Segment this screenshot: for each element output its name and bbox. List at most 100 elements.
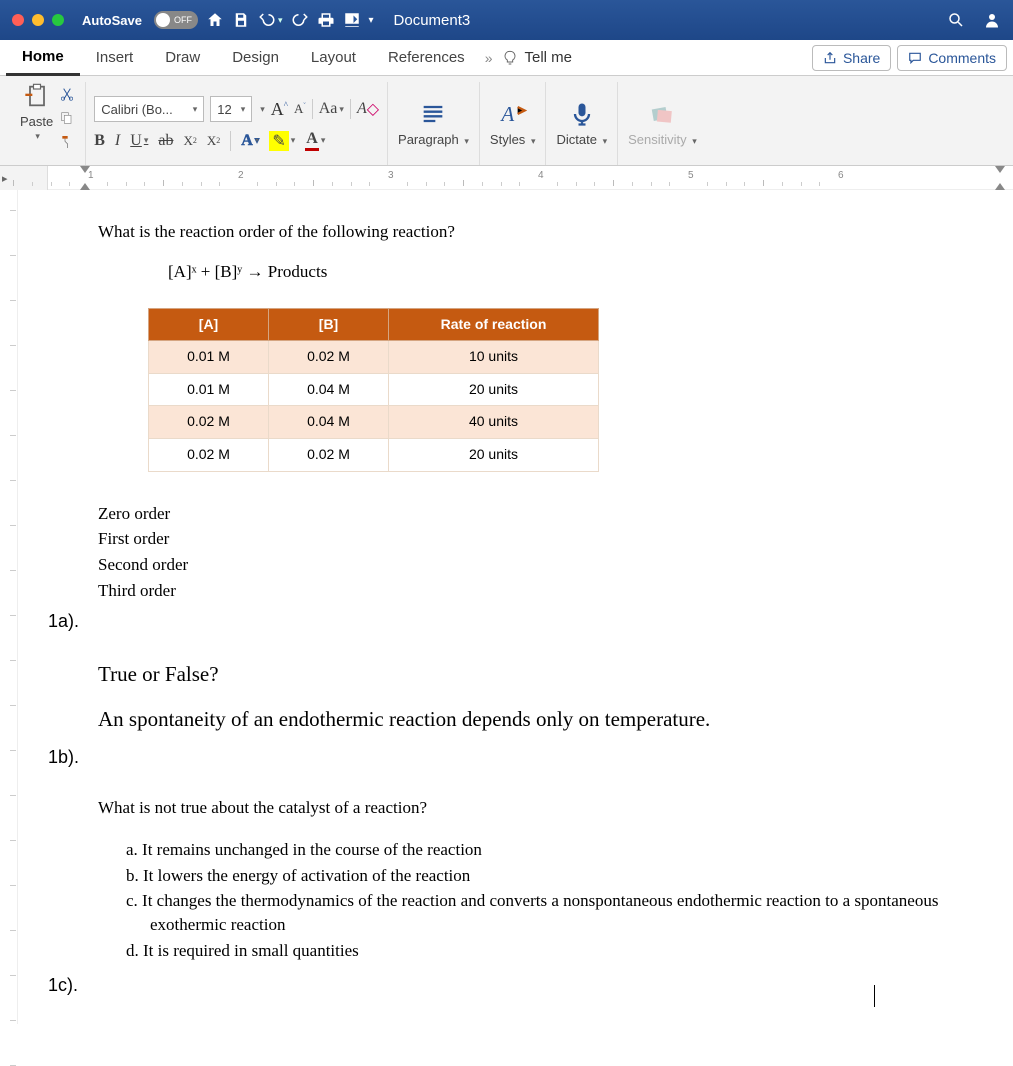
print-icon[interactable] (317, 11, 335, 29)
copy-icon[interactable] (59, 110, 75, 126)
tab-draw[interactable]: Draw (149, 40, 216, 76)
dictate-button[interactable]: Dictate ▾ (556, 100, 607, 147)
tab-references[interactable]: References (372, 40, 481, 76)
clipboard-group: Paste ▾ (10, 82, 86, 165)
save-icon[interactable] (232, 11, 250, 29)
horizontal-ruler[interactable]: ▸ 123456 (0, 166, 1013, 190)
paste-button[interactable]: Paste (20, 82, 53, 129)
option-zero: Zero order (98, 502, 973, 526)
account-icon[interactable] (983, 11, 1001, 29)
paste-dropdown[interactable]: ▾ (35, 131, 40, 142)
table-cell: 20 units (389, 373, 599, 406)
font-size-dropdown[interactable]: ▾ (260, 104, 265, 115)
autosave-state: OFF (174, 15, 192, 25)
tabs-overflow[interactable]: » (485, 50, 493, 66)
label-1c: 1c). (48, 973, 973, 998)
table-cell: 40 units (389, 406, 599, 439)
comments-button[interactable]: Comments (897, 45, 1007, 71)
superscript-button[interactable]: X2 (207, 133, 220, 149)
styles-button[interactable]: A Styles ▾ (490, 100, 536, 147)
title-bar: AutoSave OFF ▾ ▾ Document3 (0, 0, 1013, 40)
true-false-statement: An spontaneity of an endothermic reactio… (98, 705, 973, 734)
redo-icon[interactable] (291, 11, 309, 29)
tab-layout[interactable]: Layout (295, 40, 372, 76)
svg-text:A: A (499, 102, 514, 126)
undo-icon[interactable]: ▾ (258, 11, 283, 29)
highlight-button[interactable]: ✎▾ (269, 131, 295, 151)
question-3-options: a. It remains unchanged in the course of… (126, 838, 973, 963)
document-area: What is the reaction order of the follow… (0, 190, 1013, 1024)
home-icon[interactable] (206, 11, 224, 29)
document-page[interactable]: What is the reaction order of the follow… (18, 190, 1013, 1024)
search-icon[interactable] (947, 11, 965, 29)
shrink-font-button[interactable]: Aˇ (294, 101, 306, 117)
mc-option: d. It is required in small quantities (126, 939, 973, 963)
label-1a: 1a). (48, 609, 973, 634)
table-cell: 0.01 M (149, 341, 269, 374)
table-cell: 0.02 M (269, 341, 389, 374)
tab-selector-icon[interactable]: ▸ (2, 172, 8, 185)
grow-font-button[interactable]: A^ (271, 99, 288, 120)
touch-mode-icon[interactable] (343, 11, 361, 29)
close-window-icon[interactable] (12, 14, 24, 26)
mc-option: b. It lowers the energy of activation of… (126, 864, 973, 888)
table-header-a: [A] (149, 308, 269, 341)
table-row: 0.02 M0.04 M40 units (149, 406, 599, 439)
ruler-mark: 3 (388, 170, 394, 181)
clear-formatting-button[interactable]: A◇ (357, 99, 379, 119)
toggle-knob (156, 13, 170, 27)
tab-home[interactable]: Home (6, 40, 80, 76)
vertical-ruler[interactable] (0, 190, 18, 1024)
sensitivity-button[interactable]: Sensitivity ▾ (628, 100, 697, 147)
maximize-window-icon[interactable] (52, 14, 64, 26)
change-case-button[interactable]: Aa▾ (319, 100, 344, 118)
question-1-options: Zero order First order Second order Thir… (98, 502, 973, 603)
question-3-prompt: What is not true about the catalyst of a… (98, 796, 973, 820)
lightbulb-icon (502, 50, 518, 66)
autosave-toggle[interactable]: OFF (154, 11, 198, 29)
sensitivity-icon (648, 100, 676, 128)
tell-me-search[interactable]: Tell me (502, 49, 572, 66)
ribbon: Paste ▾ Calibri (Bo...▾ 12▾ ▾ A^ Aˇ Aa▾ … (0, 76, 1013, 166)
font-color-button[interactable]: A▾ (305, 130, 325, 151)
dictate-group: Dictate ▾ (546, 82, 618, 165)
table-row: 0.02 M0.02 M20 units (149, 438, 599, 471)
share-button[interactable]: Share (812, 45, 891, 71)
ribbon-tabs: Home Insert Draw Design Layout Reference… (0, 40, 1013, 76)
text-effects-button[interactable]: A▾ (241, 132, 259, 150)
minimize-window-icon[interactable] (32, 14, 44, 26)
font-size-combo[interactable]: 12▾ (210, 96, 252, 122)
microphone-icon (568, 100, 596, 128)
table-cell: 0.04 M (269, 406, 389, 439)
paragraph-button[interactable]: Paragraph ▾ (398, 100, 469, 147)
cut-icon[interactable] (59, 86, 75, 102)
paragraph-group: Paragraph ▾ (388, 82, 480, 165)
option-second: Second order (98, 553, 973, 577)
share-icon (823, 51, 837, 65)
label-1b: 1b). (48, 745, 973, 770)
tab-insert[interactable]: Insert (80, 40, 150, 76)
window-controls (12, 14, 64, 26)
underline-button[interactable]: U▾ (130, 132, 148, 150)
option-third: Third order (98, 579, 973, 603)
paragraph-icon (419, 100, 447, 128)
autosave-label: AutoSave (82, 13, 142, 28)
styles-group: A Styles ▾ (480, 82, 547, 165)
strikethrough-button[interactable]: ab (158, 132, 173, 150)
option-first: First order (98, 527, 973, 551)
question-1-prompt: What is the reaction order of the follow… (98, 220, 973, 244)
text-cursor (874, 985, 875, 1007)
bold-button[interactable]: B (94, 132, 105, 150)
table-header-rate: Rate of reaction (389, 308, 599, 341)
format-painter-icon[interactable] (59, 134, 75, 150)
ruler-corner: ▸ (0, 166, 48, 190)
true-false-heading: True or False? (98, 660, 973, 689)
italic-button[interactable]: I (115, 132, 120, 150)
tab-design[interactable]: Design (216, 40, 295, 76)
table-cell: 10 units (389, 341, 599, 374)
font-name-combo[interactable]: Calibri (Bo...▾ (94, 96, 204, 122)
table-row: 0.01 M0.04 M20 units (149, 373, 599, 406)
customize-qat-icon[interactable]: ▾ (369, 15, 374, 26)
subscript-button[interactable]: X2 (183, 133, 196, 149)
table-row: 0.01 M0.02 M10 units (149, 341, 599, 374)
